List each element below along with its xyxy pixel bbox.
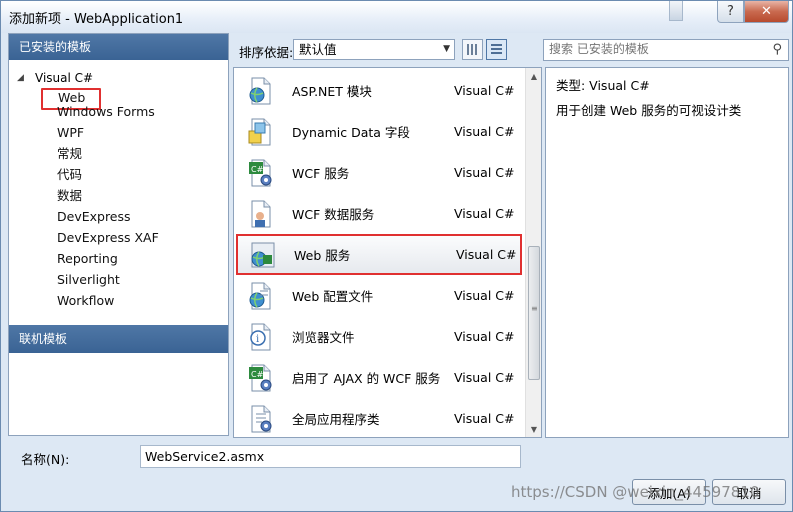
globe-page-icon (246, 76, 276, 106)
template-row[interactable]: Dynamic Data 字段 Visual C# (234, 111, 524, 152)
medium-icons-view-button[interactable] (462, 39, 483, 60)
template-name: WCF 数据服务 (292, 207, 375, 222)
search-input[interactable] (549, 42, 759, 56)
name-input[interactable] (140, 445, 521, 468)
template-language: Visual C# (454, 411, 515, 426)
grip-icon: ≡ (531, 304, 538, 313)
list-view-icon (491, 44, 502, 54)
help-icon: ? (727, 4, 734, 19)
wcf-data-service-icon (246, 199, 276, 229)
medium-icons-view-icon (467, 44, 477, 55)
sort-value: 默认值 (299, 42, 337, 57)
ajax-wcf-icon: C# (246, 363, 276, 393)
help-button[interactable]: ? (717, 1, 744, 23)
sort-dropdown[interactable]: 默认值 ▼ (293, 39, 455, 60)
template-name: Dynamic Data 字段 (292, 125, 410, 140)
template-language: Visual C# (454, 288, 515, 303)
scrollbar-thumb[interactable]: ≡ (528, 246, 540, 380)
template-language: Visual C# (454, 124, 515, 139)
template-category-pane: 已安装的模板 ◢ Visual C# Web Windows Forms WPF 常规… (8, 33, 229, 436)
browser-file-icon: i (246, 322, 276, 352)
template-language: Visual C# (454, 206, 515, 221)
svg-text:C#: C# (251, 370, 264, 379)
svg-text:i: i (256, 334, 259, 345)
title-ghost-button (669, 1, 683, 21)
title-bar: 添加新项 - WebApplication1 ? ✕ (1, 1, 792, 33)
tree-item-windows-forms[interactable]: Windows Forms (57, 103, 155, 121)
window-title: 添加新项 - WebApplication1 (9, 12, 184, 27)
close-button[interactable]: ✕ (744, 1, 789, 23)
svg-text:C#: C# (251, 165, 264, 174)
template-row[interactable]: i 浏览器文件 Visual C# (234, 316, 524, 357)
vertical-scrollbar[interactable]: ▲ ≡ ▼ (525, 68, 541, 437)
template-name: ASP.NET 模块 (292, 84, 372, 99)
tree-item-devexpress-xaf[interactable]: DevExpress XAF (57, 229, 159, 247)
web-config-icon (246, 281, 276, 311)
list-view-button[interactable] (486, 39, 507, 60)
template-name: 浏览器文件 (292, 330, 355, 345)
search-icon[interactable]: ⚲ (772, 42, 782, 57)
template-language: Visual C# (454, 329, 515, 344)
template-name: 全局应用程序类 (292, 412, 380, 427)
template-row[interactable]: WCF 数据服务 Visual C# (234, 193, 524, 234)
tree-item-reporting[interactable]: Reporting (57, 250, 118, 268)
template-name: Web 服务 (294, 248, 351, 263)
template-row[interactable]: 全局应用程序类 Visual C# (234, 398, 524, 437)
tree-item--[interactable]: 代码 (57, 166, 82, 184)
installed-templates-header[interactable]: 已安装的模板 (9, 34, 228, 60)
template-language: Visual C# (454, 83, 515, 98)
tree-item-workflow[interactable]: Workflow (57, 292, 114, 310)
template-name: 启用了 AJAX 的 WCF 服务 (292, 371, 441, 386)
add-new-item-dialog: 添加新项 - WebApplication1 ? ✕ 已安装的模板 ◢ Visu… (0, 0, 793, 512)
tree-root-visual-csharp[interactable]: ◢ Visual C# (17, 70, 93, 86)
template-type: 类型: Visual C# (556, 78, 650, 93)
template-row[interactable]: Web 配置文件 Visual C# (234, 275, 524, 316)
scroll-down-icon[interactable]: ▼ (526, 421, 541, 437)
template-name: Web 配置文件 (292, 289, 374, 304)
template-description: 用于创建 Web 服务的可视设计类 (556, 103, 742, 118)
data-field-icon (246, 117, 276, 147)
scroll-up-icon[interactable]: ▲ (526, 68, 541, 84)
online-templates-header[interactable]: 联机模板 (9, 325, 228, 353)
tree-item-devexpress[interactable]: DevExpress (57, 208, 131, 226)
template-row[interactable]: ASP.NET 模块 Visual C# (234, 70, 524, 111)
template-row[interactable]: C# WCF 服务 Visual C# (234, 152, 524, 193)
watermark: https://CSDN @weixin_44597810 (511, 483, 760, 501)
template-row[interactable]: Web 服务 Visual C# (236, 234, 522, 275)
search-box[interactable]: ⚲ (543, 39, 789, 61)
sort-label: 排序依据: (239, 45, 294, 60)
template-language: Visual C# (456, 247, 517, 262)
global-class-icon (246, 404, 276, 434)
web-service-icon (248, 240, 278, 270)
template-details-pane: 类型: Visual C# 用于创建 Web 服务的可视设计类 (545, 67, 789, 438)
tree-item-silverlight[interactable]: Silverlight (57, 271, 120, 289)
template-row[interactable]: C# 启用了 AJAX 的 WCF 服务 Visual C# (234, 357, 524, 398)
template-list: ASP.NET 模块 Visual C# Dynamic Data 字段 Visual… (233, 67, 542, 438)
tree-item-wpf[interactable]: WPF (57, 124, 84, 142)
tree-item--[interactable]: 常规 (57, 145, 82, 163)
name-label: 名称(N): (21, 452, 70, 467)
expand-arrow-icon[interactable]: ◢ (17, 73, 35, 83)
template-language: Visual C# (454, 370, 515, 385)
tree-item--[interactable]: 数据 (57, 187, 82, 205)
close-icon: ✕ (761, 4, 772, 19)
template-name: WCF 服务 (292, 166, 350, 181)
wcf-service-icon: C# (246, 158, 276, 188)
template-language: Visual C# (454, 165, 515, 180)
tree-root-label: Visual C# (35, 71, 94, 85)
chevron-down-icon: ▼ (443, 44, 450, 54)
